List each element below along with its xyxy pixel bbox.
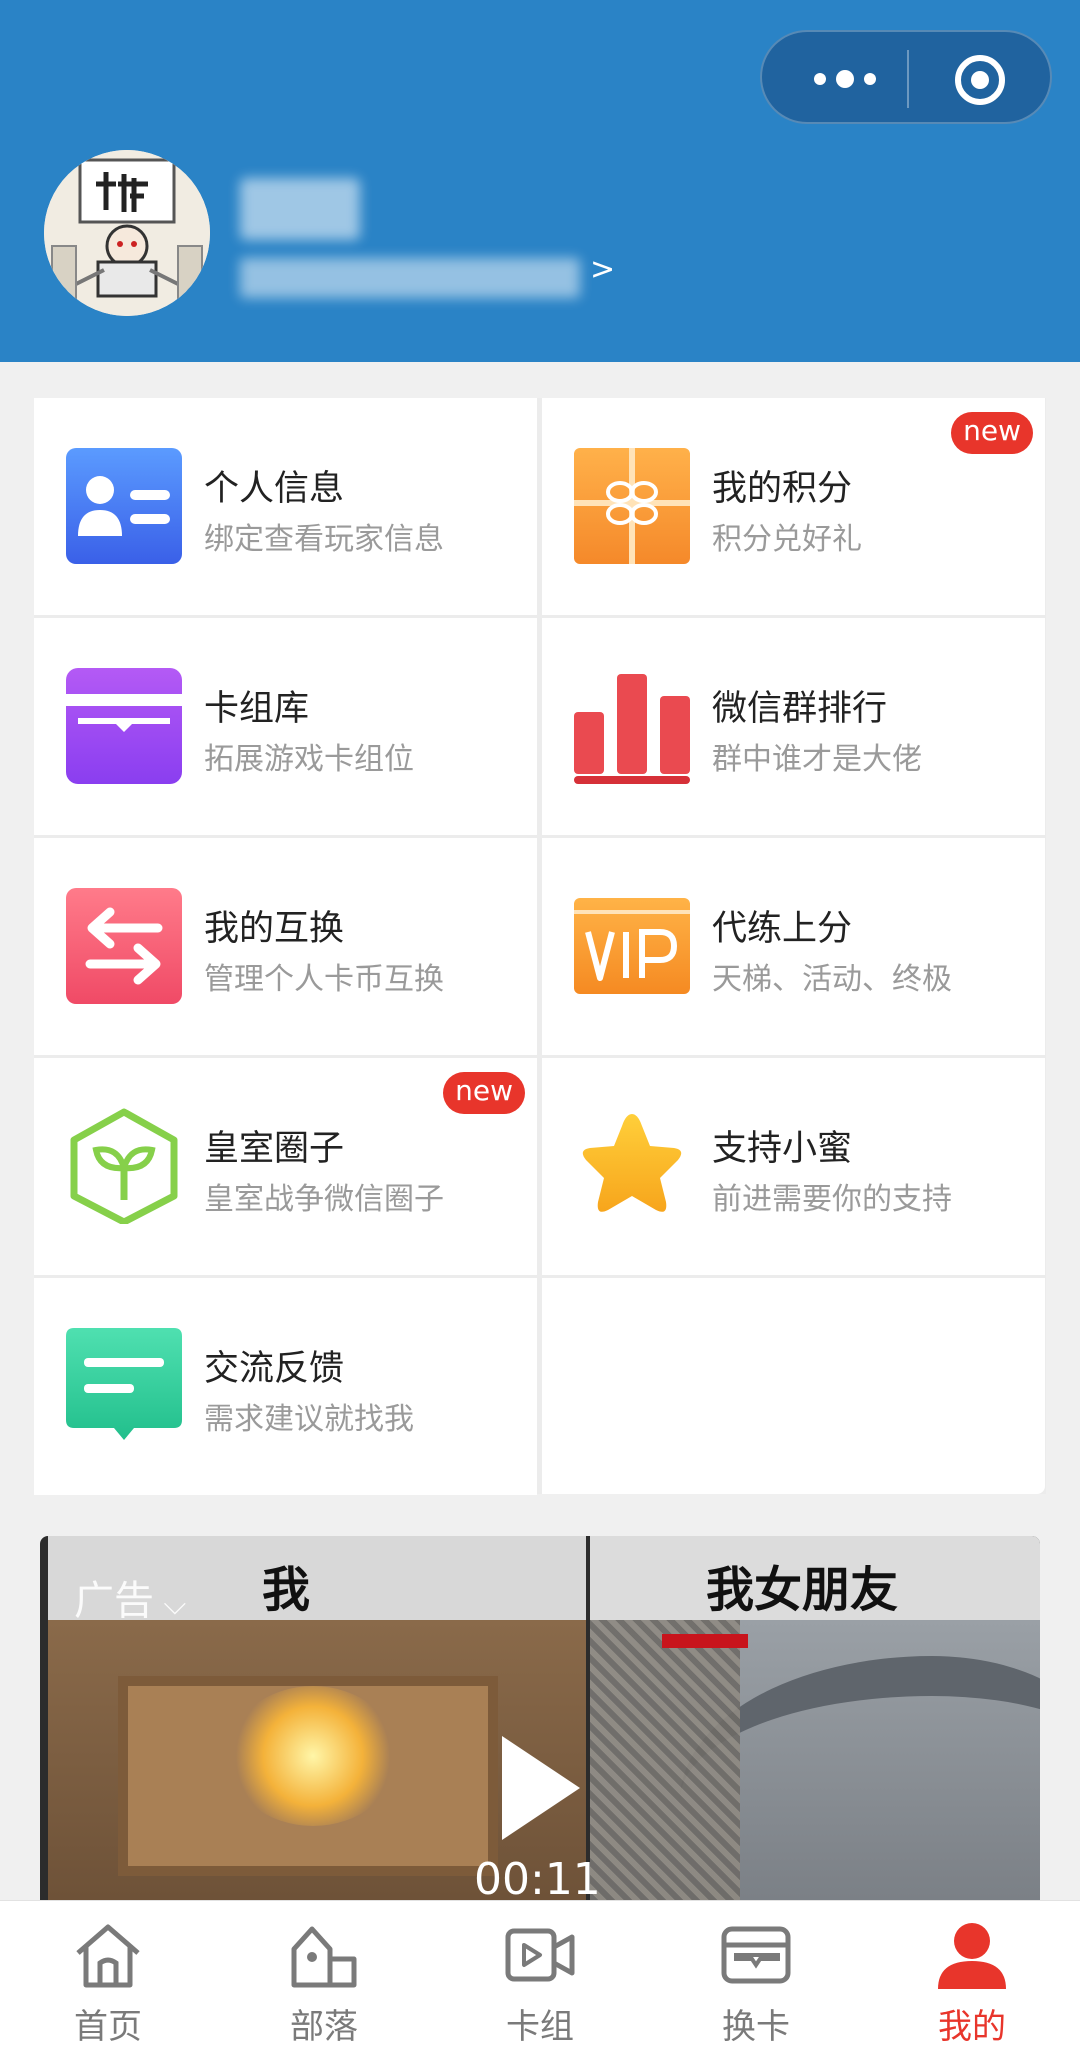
new-badge: new bbox=[443, 1072, 525, 1114]
user-subtitle-blurred[interactable] bbox=[240, 258, 580, 298]
gift-icon bbox=[574, 448, 690, 564]
ad-label-text: 广告 bbox=[74, 1578, 154, 1624]
item-title: 个人信息 bbox=[204, 469, 345, 509]
ad-caption-right: 我女朋友 bbox=[706, 1562, 899, 1618]
tab-exchange[interactable]: 换卡 bbox=[648, 1901, 864, 2056]
wallet-icon bbox=[721, 1926, 791, 1984]
tab-tribe[interactable]: 部落 bbox=[216, 1901, 432, 2056]
card-wallet-icon bbox=[66, 668, 182, 784]
grid-item-support[interactable]: 支持小蜜 前进需要你的支持 bbox=[542, 1058, 1045, 1275]
capsule-divider bbox=[907, 50, 909, 108]
ad-explosion bbox=[228, 1686, 398, 1826]
tab-deck[interactable]: 卡组 bbox=[432, 1901, 648, 2056]
avatar[interactable] bbox=[44, 150, 210, 316]
tribe-house-icon bbox=[291, 1926, 357, 1988]
profile-header: > bbox=[0, 0, 1080, 362]
play-icon[interactable] bbox=[502, 1736, 580, 1840]
item-title: 支持小蜜 bbox=[712, 1129, 853, 1169]
item-title: 我的积分 bbox=[712, 469, 853, 509]
user-name-blurred bbox=[240, 178, 360, 240]
more-dots-icon[interactable] bbox=[790, 52, 900, 106]
ad-right-scene: 我女朋友 bbox=[590, 1536, 1040, 1900]
chat-bubble-icon bbox=[66, 1328, 182, 1440]
grid-item-feedback[interactable]: 交流反馈 需求建议就找我 bbox=[34, 1278, 537, 1495]
ad-video[interactable]: 我 我女朋友 广告 ⌵ 00:11 bbox=[40, 1536, 1040, 1900]
new-badge: new bbox=[951, 412, 1033, 454]
item-title: 交流反馈 bbox=[204, 1349, 345, 1389]
grid-item-boosting[interactable]: 代练上分 天梯、活动、终极 bbox=[542, 838, 1045, 1055]
home-icon bbox=[76, 1924, 140, 1988]
swap-icon bbox=[66, 888, 182, 1004]
tab-label: 首页 bbox=[74, 2007, 142, 2047]
bottom-tab-bar: 首页 部落 卡组 换卡 我的 bbox=[0, 1900, 1080, 2056]
vip-icon bbox=[574, 898, 690, 994]
item-subtitle: 需求建议就找我 bbox=[204, 1402, 414, 1437]
ad-health-bar bbox=[662, 1634, 748, 1648]
item-subtitle: 积分兑好礼 bbox=[712, 522, 862, 557]
tab-label: 部落 bbox=[290, 2007, 358, 2047]
tab-home[interactable]: 首页 bbox=[0, 1901, 216, 2056]
item-title: 卡组库 bbox=[204, 689, 310, 729]
grid-item-wechat-ranking[interactable]: 微信群排行 群中谁才是大佬 bbox=[542, 618, 1045, 835]
ad-label[interactable]: 广告 ⌵ bbox=[74, 1568, 186, 1626]
grid-empty-cell bbox=[542, 1278, 1045, 1494]
grid-item-my-exchange[interactable]: 我的互换 管理个人卡币互换 bbox=[34, 838, 537, 1055]
target-circle-icon[interactable] bbox=[954, 54, 1006, 106]
id-card-icon bbox=[66, 448, 182, 564]
grid-item-deck-library[interactable]: 卡组库 拓展游戏卡组位 bbox=[34, 618, 537, 835]
ad-crowd bbox=[590, 1620, 740, 1900]
star-icon bbox=[582, 1114, 682, 1212]
item-subtitle: 天梯、活动、终极 bbox=[712, 962, 952, 997]
profile-arrow[interactable]: > bbox=[590, 252, 615, 287]
item-subtitle: 前进需要你的支持 bbox=[712, 1182, 952, 1217]
bar-chart-icon bbox=[574, 674, 690, 784]
grid-item-personal-info[interactable]: 个人信息 绑定查看玩家信息 bbox=[34, 398, 537, 615]
item-subtitle: 拓展游戏卡组位 bbox=[204, 742, 414, 777]
mini-program-capsule bbox=[760, 30, 1052, 124]
person-icon bbox=[938, 1923, 1006, 1989]
item-title: 皇室圈子 bbox=[204, 1129, 345, 1169]
item-title: 我的互换 bbox=[204, 909, 345, 949]
tab-label: 换卡 bbox=[722, 2007, 790, 2047]
item-title: 代练上分 bbox=[712, 909, 853, 949]
item-subtitle: 群中谁才是大佬 bbox=[712, 742, 922, 777]
item-subtitle: 皇室战争微信圈子 bbox=[204, 1182, 444, 1217]
sprout-box-icon bbox=[70, 1108, 178, 1224]
item-title: 微信群排行 bbox=[712, 689, 888, 729]
tab-label: 卡组 bbox=[506, 2007, 574, 2047]
item-subtitle: 管理个人卡币互换 bbox=[204, 962, 444, 997]
chevron-down-icon: ⌵ bbox=[154, 1587, 187, 1622]
ad-caption-left: 我 bbox=[262, 1562, 311, 1618]
feature-grid: 个人信息 绑定查看玩家信息 我的积分 积分兑好礼 new 卡组库 拓展游戏卡组位 bbox=[34, 398, 1046, 1495]
tab-mine[interactable]: 我的 bbox=[864, 1901, 1080, 2056]
grid-item-my-points[interactable]: 我的积分 积分兑好礼 new bbox=[542, 398, 1045, 615]
tab-label: 我的 bbox=[938, 2007, 1006, 2047]
video-duration: 00:11 bbox=[474, 1854, 601, 1900]
video-card-icon bbox=[505, 1928, 575, 1982]
grid-item-royale-circle[interactable]: 皇室圈子 皇室战争微信圈子 new bbox=[34, 1058, 537, 1275]
item-subtitle: 绑定查看玩家信息 bbox=[204, 522, 444, 557]
